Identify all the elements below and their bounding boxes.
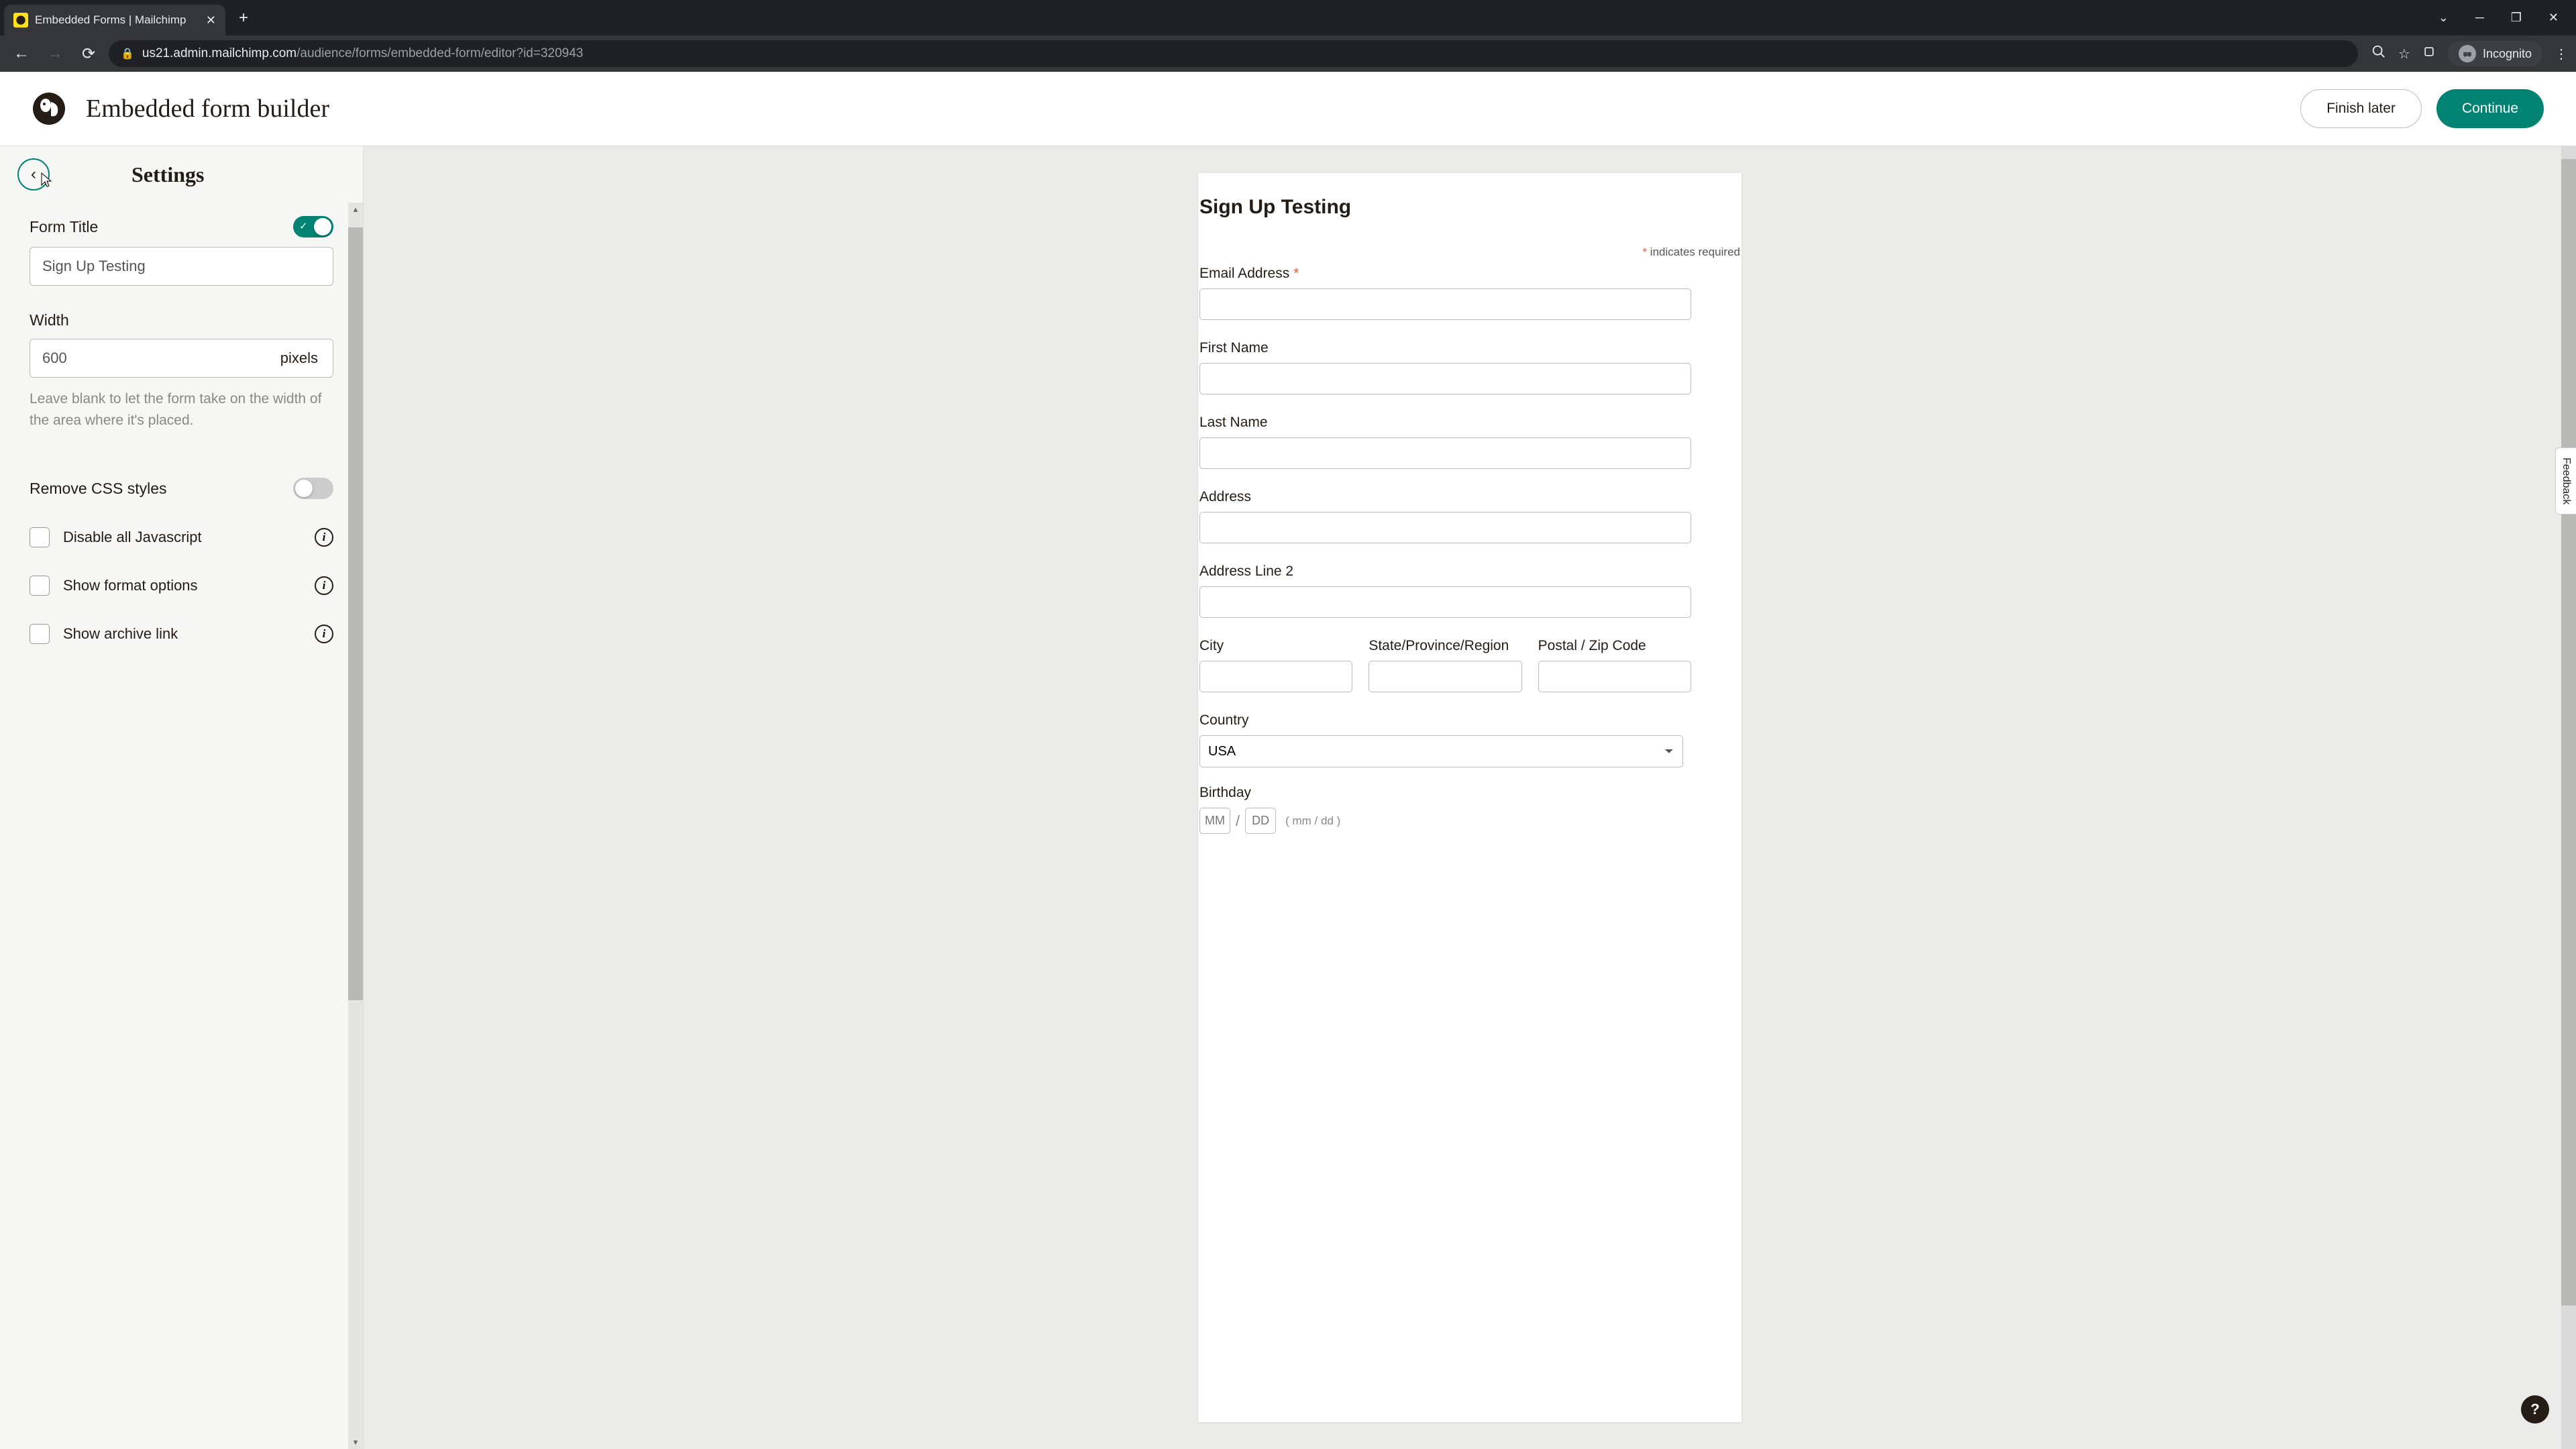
- address2-input[interactable]: [1199, 586, 1691, 618]
- info-icon[interactable]: i: [315, 625, 333, 643]
- postal-label: Postal / Zip Code: [1538, 638, 1691, 654]
- info-icon[interactable]: i: [315, 576, 333, 595]
- birthday-dd-input[interactable]: [1245, 808, 1276, 834]
- state-input[interactable]: [1368, 661, 1521, 692]
- browser-tab[interactable]: Embedded Forms | Mailchimp ✕: [4, 5, 225, 36]
- tab-close-icon[interactable]: ✕: [206, 13, 216, 28]
- tab-bar: Embedded Forms | Mailchimp ✕ + ⌄ ─ ❐ ✕: [0, 0, 2576, 36]
- state-label: State/Province/Region: [1368, 638, 1521, 654]
- form-title-label: Form Title: [30, 218, 98, 236]
- chevron-left-icon: ‹: [31, 165, 36, 184]
- incognito-label: Incognito: [2483, 47, 2532, 61]
- width-input[interactable]: [30, 339, 266, 377]
- scrollbar-down-icon[interactable]: ▾: [348, 1437, 363, 1448]
- birthday-label: Birthday: [1199, 785, 1740, 801]
- window-controls: ⌄ ─ ❐ ✕: [2438, 11, 2572, 25]
- app: Embedded form builder Finish later Conti…: [0, 72, 2576, 1449]
- email-input[interactable]: [1199, 288, 1691, 320]
- address2-label: Address Line 2: [1199, 564, 1740, 580]
- back-button[interactable]: ←: [8, 40, 35, 67]
- mailchimp-favicon-icon: [13, 13, 28, 28]
- show-format-label: Show format options: [63, 577, 301, 594]
- show-format-checkbox[interactable]: [30, 576, 50, 596]
- city-label: City: [1199, 638, 1352, 654]
- asterisk-icon: *: [1293, 266, 1299, 281]
- forward-button[interactable]: →: [42, 40, 68, 67]
- close-window-icon[interactable]: ✕: [2548, 11, 2559, 25]
- check-icon: ✓: [299, 220, 308, 232]
- remove-css-toggle[interactable]: [293, 478, 333, 499]
- form-title-toggle[interactable]: ✓: [293, 216, 333, 237]
- maximize-icon[interactable]: ❐: [2511, 11, 2522, 25]
- first-name-label: First Name: [1199, 340, 1740, 356]
- birthday-separator: /: [1236, 812, 1240, 830]
- new-tab-button[interactable]: +: [239, 9, 248, 28]
- app-body: ‹ Settings Form Title ✓: [0, 146, 2576, 1449]
- width-help-text: Leave blank to let the form take on the …: [30, 388, 333, 431]
- preview-form-title: Sign Up Testing: [1199, 196, 1740, 219]
- address-bar: ← → ⟳ 🔒 us21.admin.mailchimp.com/audienc…: [0, 36, 2576, 72]
- birthday-hint: ( mm / dd ): [1285, 814, 1340, 828]
- city-input[interactable]: [1199, 661, 1352, 692]
- sidebar-scrollbar[interactable]: ▴ ▾: [348, 203, 363, 1449]
- country-select[interactable]: USA: [1199, 735, 1683, 767]
- disable-js-label: Disable all Javascript: [63, 529, 301, 546]
- incognito-icon: [2459, 45, 2476, 62]
- browser-chrome: Embedded Forms | Mailchimp ✕ + ⌄ ─ ❐ ✕ ←…: [0, 0, 2576, 72]
- birthday-mm-input[interactable]: [1199, 808, 1230, 834]
- show-archive-label: Show archive link: [63, 625, 301, 643]
- settings-sidebar: ‹ Settings Form Title ✓: [0, 146, 364, 1449]
- form-preview: Sign Up Testing * indicates required Ema…: [1198, 173, 1741, 1422]
- preview-scrollbar[interactable]: [2561, 146, 2576, 1449]
- extensions-icon[interactable]: [2422, 45, 2436, 62]
- scrollbar-thumb[interactable]: [348, 227, 363, 1000]
- help-button[interactable]: ?: [2521, 1395, 2549, 1424]
- postal-input[interactable]: [1538, 661, 1691, 692]
- form-title-input[interactable]: [30, 247, 333, 286]
- url-text: us21.admin.mailchimp.com/audience/forms/…: [142, 46, 583, 61]
- sidebar-back-button[interactable]: ‹: [17, 158, 50, 191]
- last-name-label: Last Name: [1199, 415, 1740, 431]
- minimize-icon[interactable]: ─: [2475, 11, 2484, 25]
- lock-icon: 🔒: [121, 47, 134, 60]
- country-label: Country: [1199, 712, 1740, 729]
- info-icon[interactable]: i: [315, 528, 333, 547]
- sidebar-title: Settings: [131, 162, 204, 187]
- incognito-badge[interactable]: Incognito: [2448, 41, 2542, 66]
- width-suffix: pixels: [266, 350, 333, 367]
- tab-dropdown-icon[interactable]: ⌄: [2438, 11, 2449, 25]
- required-note: * indicates required: [1199, 246, 1740, 259]
- scrollbar-thumb[interactable]: [2561, 159, 2576, 1305]
- remove-css-label: Remove CSS styles: [30, 480, 167, 498]
- search-icon[interactable]: [2371, 44, 2386, 63]
- preview-area: Sign Up Testing * indicates required Ema…: [364, 146, 2576, 1449]
- bookmark-icon[interactable]: ☆: [2398, 46, 2410, 62]
- feedback-tab[interactable]: Feedback: [2555, 447, 2576, 515]
- url-bar[interactable]: 🔒 us21.admin.mailchimp.com/audience/form…: [109, 40, 2358, 67]
- reload-button[interactable]: ⟳: [75, 40, 102, 67]
- sidebar-header: ‹ Settings: [0, 146, 363, 203]
- email-label: Email Address *: [1199, 266, 1740, 282]
- continue-button[interactable]: Continue: [2436, 89, 2544, 128]
- show-archive-checkbox[interactable]: [30, 624, 50, 644]
- cursor-icon: [40, 172, 54, 192]
- disable-js-checkbox[interactable]: [30, 527, 50, 547]
- sidebar-content: Form Title ✓ Width pixels Leave bl: [0, 203, 363, 657]
- tab-title: Embedded Forms | Mailchimp: [35, 13, 186, 27]
- menu-icon[interactable]: ⋮: [2555, 46, 2568, 62]
- mailchimp-logo-icon: [32, 92, 66, 125]
- app-header: Embedded form builder Finish later Conti…: [0, 72, 2576, 146]
- first-name-input[interactable]: [1199, 363, 1691, 394]
- address-label: Address: [1199, 489, 1740, 505]
- address-input[interactable]: [1199, 512, 1691, 543]
- width-label: Width: [30, 311, 333, 329]
- asterisk-icon: *: [1642, 246, 1647, 258]
- finish-later-button[interactable]: Finish later: [2300, 89, 2422, 128]
- last-name-input[interactable]: [1199, 437, 1691, 469]
- page-title: Embedded form builder: [86, 94, 329, 123]
- scrollbar-up-icon[interactable]: ▴: [348, 204, 363, 215]
